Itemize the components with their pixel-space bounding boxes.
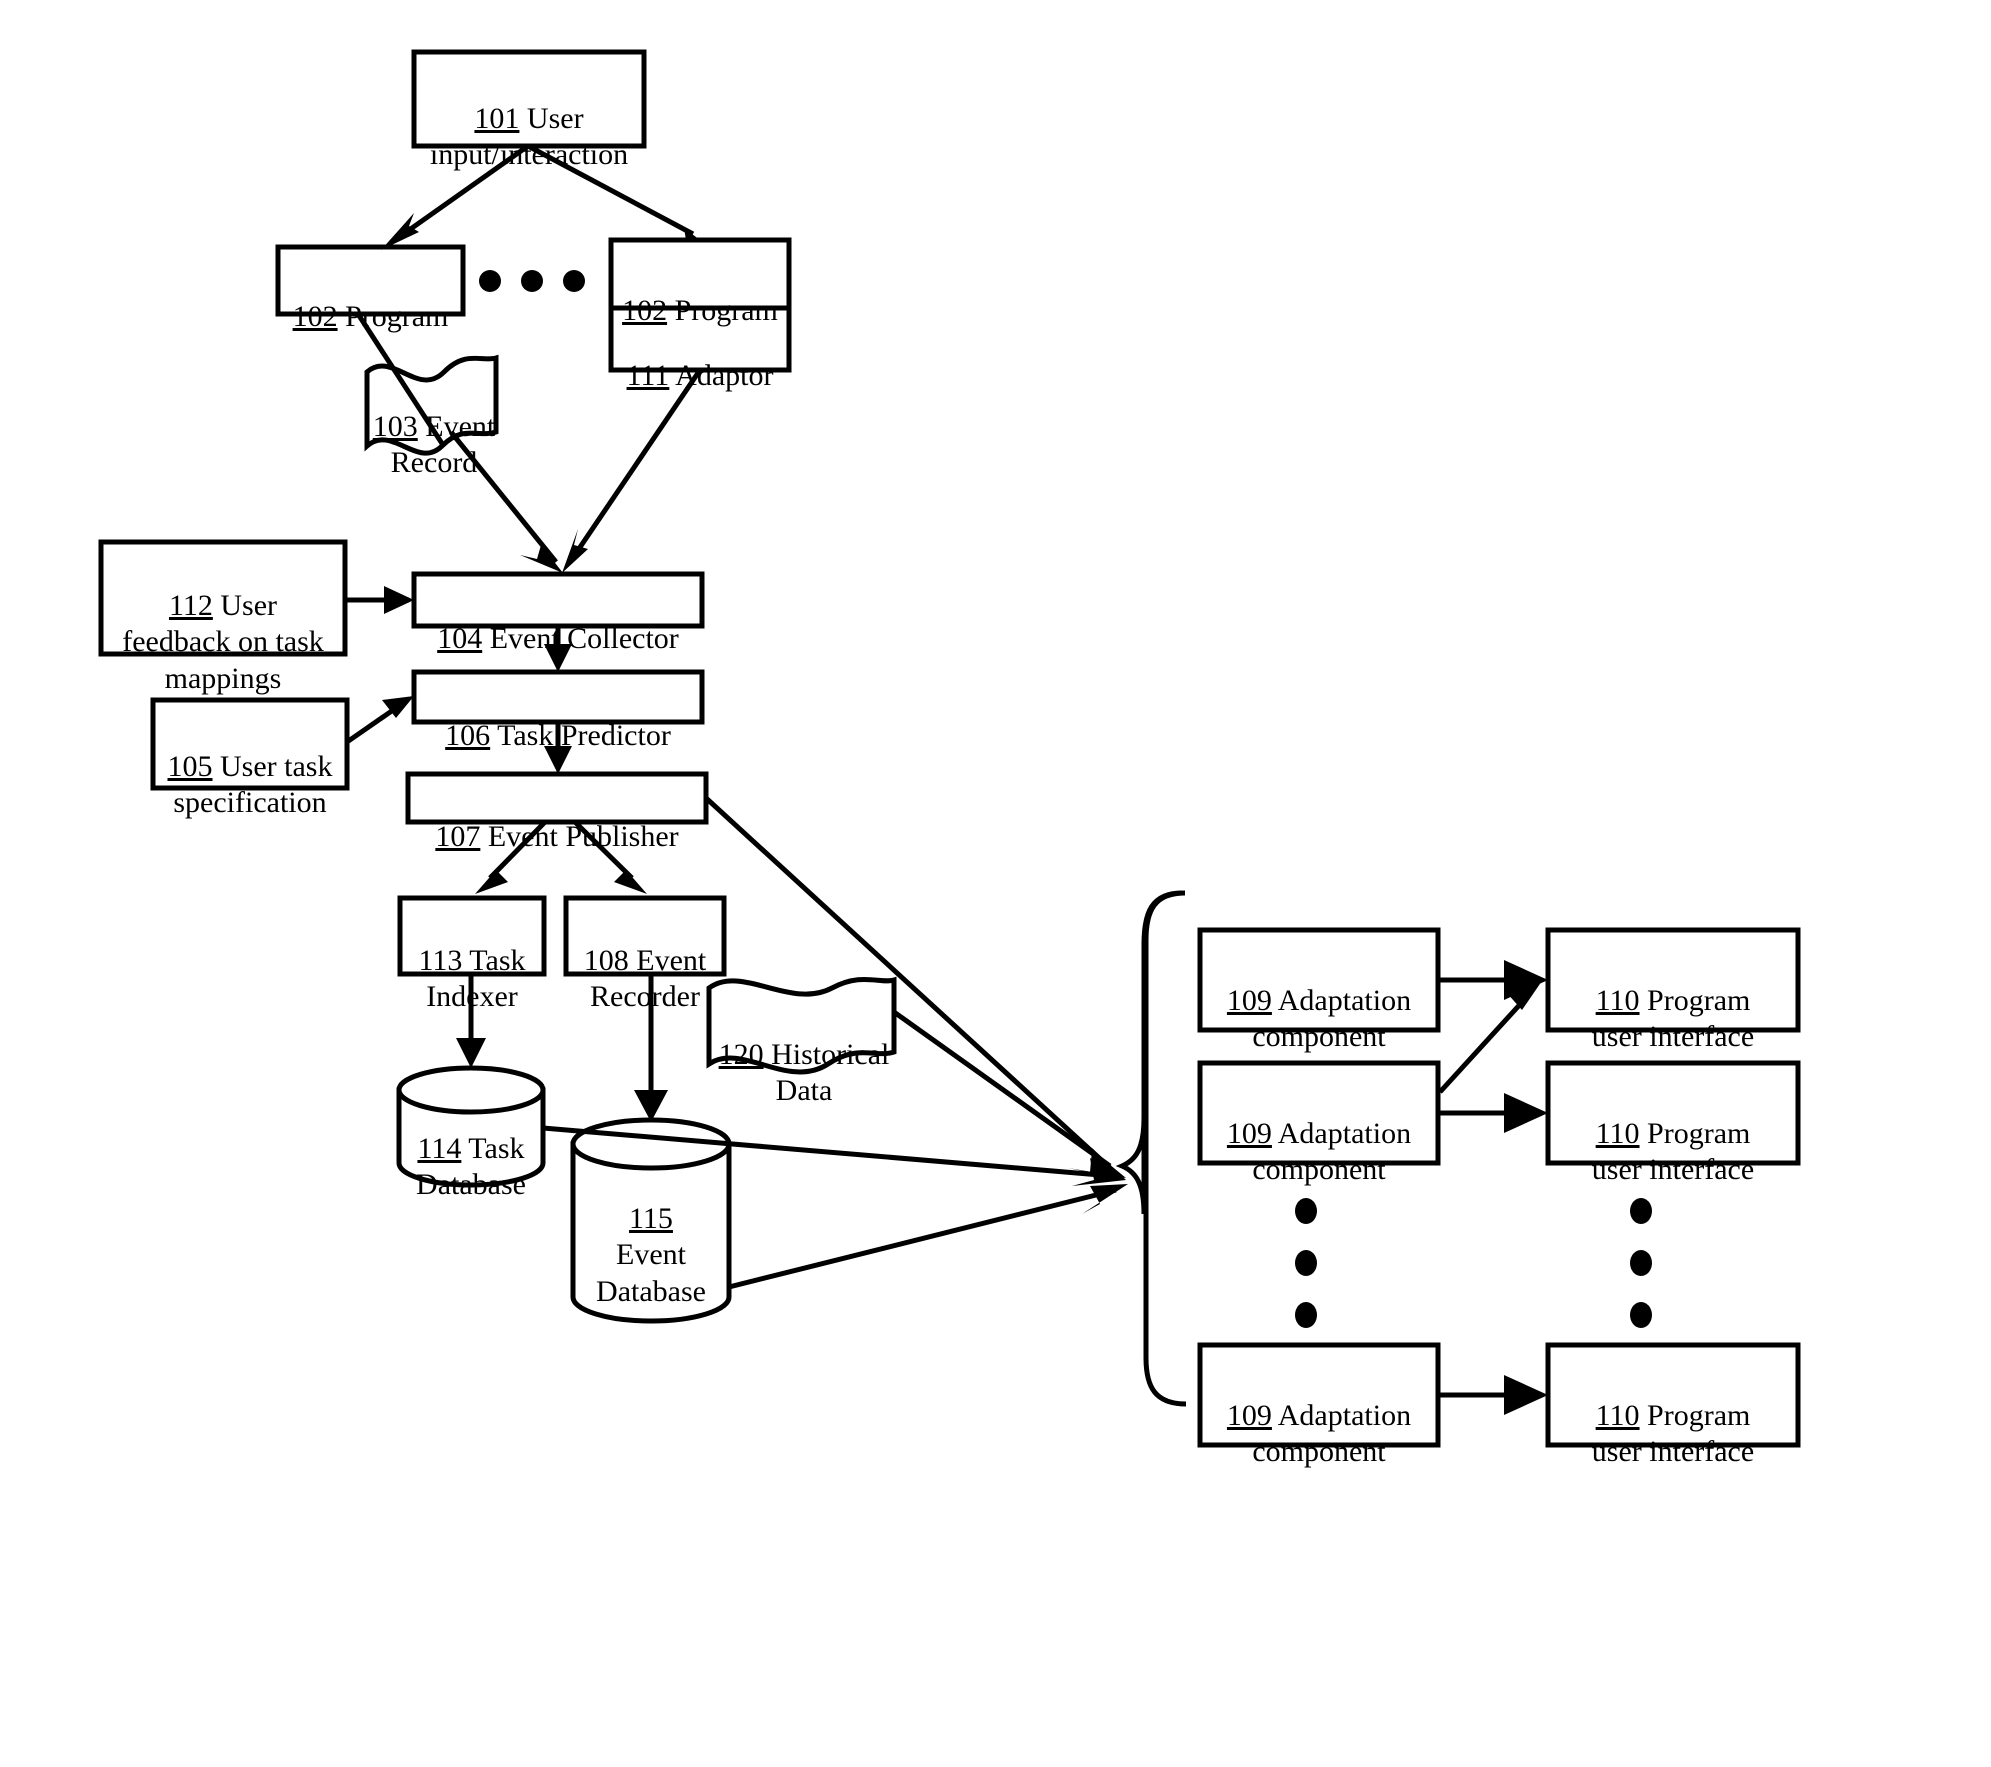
node-108-shape [563,895,727,977]
node-101-shape [411,49,647,149]
node-114-top [396,1065,546,1115]
ellipsis-adaptation-dot-3 [1295,1302,1317,1328]
node-111-shape [608,305,792,373]
node-102a-shape [275,244,466,317]
edge-107-113 [488,820,547,880]
arrowhead-109b-110b [1504,1093,1548,1133]
ellipsis-interface-dot-1 [1630,1198,1652,1224]
node-110c-shape [1545,1342,1801,1448]
ellipsis-programs-dot-3 [563,270,585,292]
node-109c-shape [1197,1342,1441,1448]
ellipsis-programs-dot-1 [479,270,501,292]
edge-103-104 [449,430,558,564]
arrowhead-106-107 [544,746,572,774]
ellipsis-interface-dot-3 [1630,1302,1652,1328]
node-103-shape [364,354,499,456]
node-109b-shape [1197,1060,1441,1166]
edge-109b-110a [1438,998,1526,1094]
edge-120-bracket [892,1009,1112,1169]
node-104-shape [411,571,705,629]
arrowhead-113-114 [456,1038,486,1068]
edge-105-106 [345,705,398,745]
ellipsis-interface-dot-2 [1630,1250,1652,1276]
arrowhead-109c-110c [1504,1375,1548,1415]
node-109a-shape [1197,927,1441,1033]
ellipsis-adaptation-dot-2 [1295,1250,1317,1276]
arrowhead-104-106 [544,644,572,672]
arrowhead-108-115 [634,1090,668,1122]
node-106-shape [411,669,705,725]
ellipsis-programs-dot-2 [521,270,543,292]
arrowhead-111-104 [562,529,588,573]
node-113-shape [397,895,547,977]
edge-107-108 [573,820,634,880]
node-115-shape [570,1141,732,1324]
diagram-vector-layer [98,49,1801,1448]
node-102b-shape [608,237,792,311]
edge-111-104 [567,368,703,564]
edge-115-bracket [728,1187,1117,1290]
node-110a-shape [1545,927,1801,1033]
adaptation-bracket-outline [1143,890,1187,1407]
node-105-shape [150,697,350,791]
arrowhead-112-104 [384,586,414,614]
edge-107-bracket [704,796,1112,1170]
node-107-shape [405,771,709,825]
node-112-shape [98,539,348,657]
edge-101-102b [526,143,695,237]
node-120-shape [706,976,897,1075]
node-110b-shape [1545,1060,1801,1166]
adaptation-bracket [1115,890,1183,1215]
ellipsis-adaptation-dot-1 [1295,1198,1317,1224]
arrowhead-101-102a [381,213,419,250]
patent-figure-canvas: 101 User input/interaction 102 Program 1… [0,0,1991,1767]
edge-101-102a [393,143,530,243]
